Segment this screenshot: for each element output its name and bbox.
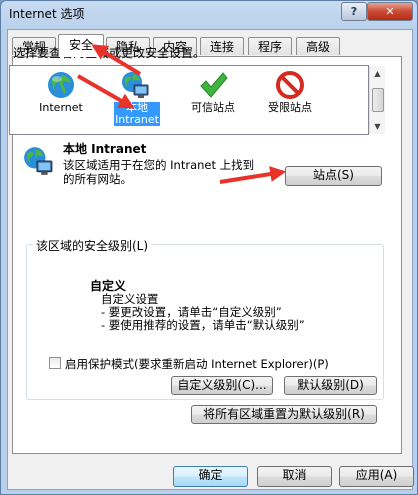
zone-restricted-sites[interactable]: 受限站点: [257, 68, 323, 132]
ok-button[interactable]: 确定: [173, 466, 248, 487]
reset-all-zones-button[interactable]: 将所有区域重置为默认级别(R): [191, 405, 377, 424]
current-zone-description: 该区域适用于在您的 Intranet 上找到的所有网站。: [63, 158, 255, 186]
title-bar[interactable]: Internet 选项 ? ✕: [1, 1, 417, 29]
scroll-thumb[interactable]: [372, 88, 384, 112]
window-title: Internet 选项: [9, 7, 85, 21]
zone-local-intranet-label: 本地 Intranet: [114, 101, 160, 126]
tab-programs[interactable]: 程序: [248, 37, 292, 55]
zone-trusted-sites[interactable]: 可信站点: [180, 68, 246, 132]
restricted-icon: [276, 71, 304, 99]
protected-mode-checkbox[interactable]: [49, 357, 61, 369]
custom-level-button[interactable]: 自定义级别(C)...: [171, 376, 273, 395]
cancel-button[interactable]: 取消: [257, 466, 332, 487]
local-intranet-icon: [122, 72, 149, 98]
close-button[interactable]: ✕: [367, 2, 413, 21]
zone-trusted-sites-label: 可信站点: [191, 101, 235, 114]
globe-icon: [48, 72, 74, 98]
zone-local-intranet[interactable]: 本地 Intranet: [102, 68, 168, 132]
scroll-down-icon[interactable]: ▼: [370, 119, 385, 134]
sites-button[interactable]: 站点(S): [285, 166, 382, 186]
security-level-group-label: 该区域的安全级别(L): [33, 237, 152, 254]
custom-desc-line: - 要使用推荐的设置，请单击“默认级别”: [101, 318, 305, 332]
zone-instruction: 选择要查看的区域或更改安全设置。: [13, 46, 206, 60]
default-level-button[interactable]: 默认级别(D): [284, 376, 377, 395]
tab-security[interactable]: 安全: [58, 34, 104, 57]
zone-internet-label: Internet: [39, 101, 83, 114]
current-zone-icon: [24, 147, 53, 175]
tab-connections[interactable]: 连接: [200, 37, 244, 55]
current-zone-name: 本地 Intranet: [63, 142, 147, 156]
zone-internet[interactable]: Internet: [28, 68, 94, 132]
internet-options-window: Internet 选项 ? ✕ 常规 安全 隐私 内容 连接 程序 高级 选择要…: [0, 0, 418, 495]
scroll-up-icon[interactable]: ▲: [370, 66, 385, 81]
zone-list[interactable]: Internet 本地 Intranet 可信站点 受限站点 ▲ ▼: [9, 65, 385, 135]
apply-button[interactable]: 应用(A): [339, 466, 414, 487]
tab-advanced[interactable]: 高级: [296, 37, 340, 55]
help-button[interactable]: ?: [341, 2, 367, 21]
zone-restricted-sites-label: 受限站点: [268, 101, 312, 114]
protected-mode-label[interactable]: 启用保护模式(要求重新启动 Internet Explorer)(P): [65, 356, 329, 372]
checkmark-icon: [200, 72, 228, 98]
zone-list-scrollbar[interactable]: ▲ ▼: [369, 66, 385, 134]
custom-level-description: 自定义设置 - 要更改设置，请单击“自定义级别” - 要使用推荐的设置，请单击“…: [101, 293, 305, 332]
